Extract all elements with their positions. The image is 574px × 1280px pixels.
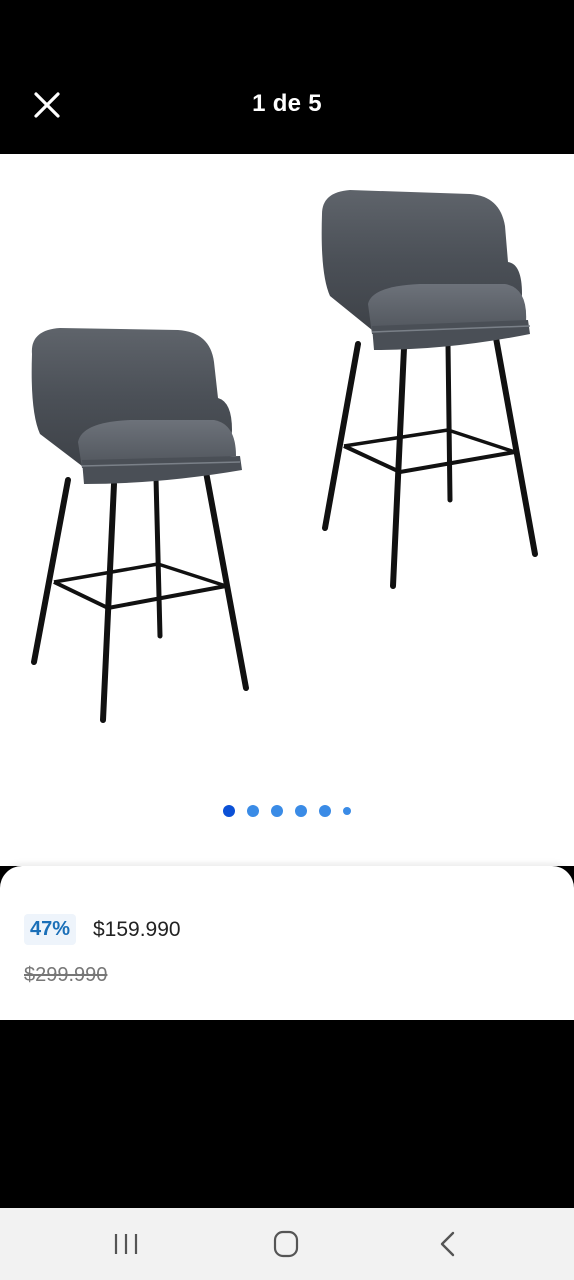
home-icon bbox=[273, 1230, 299, 1258]
image-counter: 1 de 5 bbox=[252, 90, 322, 117]
empty-area bbox=[0, 1020, 574, 1208]
discount-badge: 47% bbox=[24, 914, 77, 945]
recent-apps-button[interactable] bbox=[106, 1226, 146, 1262]
stool-right bbox=[321, 190, 538, 589]
stool-left bbox=[31, 328, 249, 723]
pagination-dot-4[interactable] bbox=[295, 805, 307, 817]
pagination-dot-3[interactable] bbox=[271, 805, 283, 817]
current-price: $159.990 bbox=[93, 918, 181, 941]
back-button[interactable] bbox=[428, 1226, 468, 1262]
top-bar: 1 de 5 bbox=[0, 0, 574, 154]
screen: 1 de 5 47% $159.990 $299.990 bbox=[0, 0, 574, 1280]
recent-apps-icon bbox=[114, 1234, 138, 1254]
home-button[interactable] bbox=[266, 1226, 306, 1262]
back-icon bbox=[440, 1231, 455, 1257]
pagination-dot-2[interactable] bbox=[247, 805, 259, 817]
pagination-dots bbox=[0, 804, 574, 818]
pagination-dot-6[interactable] bbox=[343, 807, 351, 815]
original-price: $299.990 bbox=[24, 964, 108, 986]
pagination-dot-1[interactable] bbox=[223, 805, 235, 817]
product-image[interactable] bbox=[0, 154, 574, 774]
image-gallery[interactable] bbox=[0, 154, 574, 866]
system-navigation-bar bbox=[0, 1208, 574, 1280]
price-panel: 47% $159.990 $299.990 bbox=[0, 866, 574, 1020]
pagination-dot-5[interactable] bbox=[319, 805, 331, 817]
